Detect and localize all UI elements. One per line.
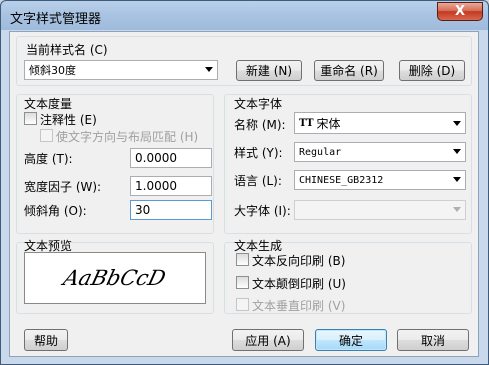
- current-style-value: 倾斜30度: [29, 64, 76, 77]
- font-style-select[interactable]: Regular: [294, 142, 466, 162]
- apply-button[interactable]: 应用 (A): [232, 329, 304, 351]
- font-group-label: 文本字体: [234, 97, 283, 111]
- language-label: 语言 (L):: [234, 174, 282, 188]
- preview-sample-text: AaBbCcD: [61, 266, 169, 290]
- bigfont-select[interactable]: [294, 200, 466, 220]
- current-style-label: 当前样式名 (C): [26, 43, 108, 57]
- chevron-down-icon: [205, 67, 213, 72]
- window-title: 文字样式管理器: [10, 12, 102, 27]
- vertical-checkbox[interactable]: [236, 298, 249, 311]
- help-button[interactable]: 帮助: [24, 329, 68, 351]
- backwards-checkbox[interactable]: [236, 253, 249, 266]
- chevron-down-icon: [453, 149, 461, 154]
- rename-button[interactable]: 重命名 (R): [314, 60, 384, 81]
- annotative-checkbox[interactable]: [24, 112, 37, 125]
- current-style-select[interactable]: 倾斜30度: [24, 60, 218, 80]
- font-style-value: Regular: [299, 146, 342, 158]
- upside-down-checkbox[interactable]: [236, 276, 249, 289]
- width-factor-label: 宽度因子 (W):: [24, 180, 102, 194]
- height-label: 高度 (T):: [24, 152, 73, 166]
- cancel-button[interactable]: 取消: [397, 329, 469, 351]
- preview-pane: AaBbCcD: [24, 252, 206, 304]
- font-name-select[interactable]: TT 宋体: [294, 112, 466, 134]
- language-value: CHINESE_GB2312: [299, 174, 384, 186]
- font-name-value: 宋体: [316, 116, 341, 131]
- match-layout-checkbox[interactable]: [40, 129, 53, 142]
- close-button[interactable]: X: [437, 2, 483, 21]
- metrics-group-label: 文本度量: [24, 97, 73, 111]
- dialog-body: 当前样式名 (C) 倾斜30度 新建 (N) 重命名 (R) 删除 (D) 文本…: [9, 31, 479, 357]
- font-name-label: 名称 (M):: [234, 118, 286, 132]
- chevron-down-icon: [453, 207, 461, 212]
- dialog-window: 文字样式管理器 X 当前样式名 (C) 倾斜30度 新建 (N) 重命名 (R)…: [0, 0, 489, 365]
- chevron-down-icon: [453, 177, 461, 182]
- upside-down-label: 文本颠倒印刷 (U): [252, 277, 346, 291]
- oblique-angle-label: 倾斜角 (O):: [24, 204, 87, 218]
- annotative-label: 注释性 (E): [40, 113, 97, 127]
- delete-button[interactable]: 删除 (D): [399, 60, 465, 81]
- ok-button[interactable]: 确定: [315, 329, 387, 351]
- language-select[interactable]: CHINESE_GB2312: [294, 170, 466, 190]
- new-button[interactable]: 新建 (N): [236, 60, 302, 81]
- backwards-label: 文本反向印刷 (B): [252, 254, 346, 268]
- match-layout-label: 使文字方向与布局匹配 (H): [56, 130, 199, 144]
- bigfont-label: 大字体 (I):: [234, 204, 291, 218]
- height-input[interactable]: 0.0000: [130, 148, 212, 168]
- vertical-label: 文本垂直印刷 (V): [252, 299, 346, 313]
- truetype-icon: TT: [299, 117, 314, 129]
- oblique-angle-input[interactable]: 30: [130, 200, 212, 220]
- font-style-label: 样式 (Y):: [234, 146, 283, 160]
- chevron-down-icon: [453, 121, 461, 126]
- width-factor-input[interactable]: 1.0000: [130, 176, 212, 196]
